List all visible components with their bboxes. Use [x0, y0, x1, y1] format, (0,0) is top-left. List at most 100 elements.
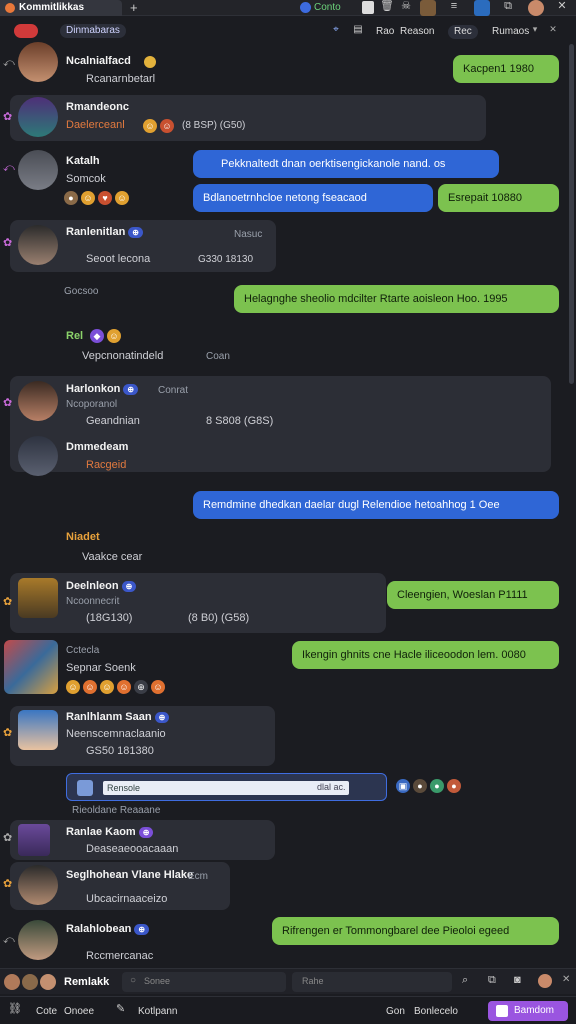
outgoing-message[interactable]: Bdlanoetrnhcloe netong fseacaod	[193, 184, 433, 212]
outgoing-message[interactable]: Pekknaltedt dnan oerktisengickanole nand…	[193, 150, 499, 178]
avatar[interactable]	[18, 436, 58, 476]
reaction-icon[interactable]: ●	[64, 191, 78, 205]
reaction-icon[interactable]: ☺	[83, 680, 97, 694]
close-icon[interactable]: ✕	[562, 975, 570, 985]
close-icon[interactable]: ✕	[548, 25, 558, 37]
sort-button[interactable]: Rao	[376, 26, 394, 37]
user-avatar-icon[interactable]	[528, 0, 544, 16]
reaction-icon[interactable]: ☺	[160, 119, 174, 133]
avatar[interactable]	[18, 97, 58, 137]
sender-name[interactable]: Rmandeonc	[66, 101, 129, 113]
attach-icon[interactable]: ⌕	[462, 975, 468, 986]
outgoing-message[interactable]: Helagnghe sheolio mdcilter Rtarte aoisle…	[234, 285, 559, 313]
chevron-down-icon[interactable]: ▾	[530, 25, 540, 37]
copy-icon[interactable]: ⧉	[502, 1, 514, 14]
reply-icon[interactable]: ⤺	[3, 57, 15, 70]
avatar[interactable]	[18, 865, 58, 905]
outgoing-message[interactable]: Rifrengen er Tommongbarel dee Pieoloi eg…	[272, 917, 559, 945]
reason-button[interactable]: Reason	[400, 26, 434, 37]
link-icon[interactable]: ⛓	[8, 1004, 22, 1015]
sender-name[interactable]: Ranlhlanm Saan ⊕	[66, 711, 170, 723]
status-item[interactable]: Cote	[36, 1006, 57, 1017]
avatar[interactable]	[18, 578, 58, 618]
reaction-icon[interactable]: ☺	[143, 119, 157, 133]
avatar[interactable]	[18, 42, 58, 82]
reaction-icon[interactable]: ☺	[100, 680, 114, 694]
sender-name[interactable]: Niadet	[66, 531, 100, 543]
character-icon[interactable]	[420, 0, 436, 16]
reactions[interactable]: ☺ ☺	[143, 119, 174, 133]
reaction-icon[interactable]: ●	[413, 779, 427, 793]
avatar[interactable]	[18, 150, 58, 190]
skull-icon[interactable]: ☠	[400, 1, 412, 14]
image-icon[interactable]	[474, 0, 490, 16]
avatar[interactable]	[18, 824, 50, 856]
reaction-icon[interactable]: ♥	[98, 191, 112, 205]
close-window-icon[interactable]: ✕	[556, 1, 568, 14]
reactions[interactable]: ● ☺ ♥ ☺	[64, 191, 129, 205]
outgoing-message[interactable]: Kacpen1 1980	[453, 55, 559, 83]
sender-name[interactable]: Rel	[66, 330, 83, 342]
reaction-icon[interactable]: ☺	[117, 680, 131, 694]
members-button[interactable]: Rumaos	[492, 26, 529, 37]
reply-icon[interactable]: ⤺	[3, 934, 15, 947]
active-tab[interactable]: Kommitlikkas	[0, 0, 122, 16]
channel-label[interactable]: Dinmabaras	[60, 24, 126, 38]
profile-icon[interactable]	[362, 1, 374, 14]
status-item[interactable]: Gon	[386, 1006, 405, 1017]
reaction-icon[interactable]: ☺	[107, 329, 121, 343]
avatar[interactable]	[18, 225, 58, 265]
menu-icon[interactable]: ≡	[448, 1, 460, 14]
sender-name[interactable]: Cctecla	[66, 645, 99, 656]
reaction-icon[interactable]: ☺	[81, 191, 95, 205]
sender-name[interactable]: Ralahlobean ⊕	[66, 923, 150, 935]
reaction-icon[interactable]: ●	[430, 779, 444, 793]
sparkle-icon[interactable]: ✿	[3, 877, 12, 890]
reply-icon[interactable]: ⤺	[3, 162, 15, 175]
sparkle-icon[interactable]: ✿	[3, 236, 12, 249]
avatar-icon[interactable]	[4, 974, 20, 990]
message-input[interactable]: ○ Sonee	[122, 972, 286, 992]
reaction-icon[interactable]: ⊕	[134, 680, 148, 694]
status-item[interactable]: Onoee	[64, 1006, 94, 1017]
sender-name[interactable]: Seglhohean Vlane Hlake	[66, 869, 193, 881]
avatar[interactable]	[18, 710, 58, 750]
sender-name[interactable]: Deelnleon ⊕	[66, 580, 137, 592]
primary-action-button[interactable]: Bamdom	[488, 1001, 568, 1021]
reactions[interactable]: ☺ ☺ ☺ ☺ ⊕ ☺	[66, 680, 165, 694]
reaction-icon[interactable]: ☺	[66, 680, 80, 694]
user-avatar-icon[interactable]	[538, 974, 552, 988]
doc-icon[interactable]: ▤	[352, 25, 364, 37]
avatar-icon[interactable]	[40, 974, 56, 990]
trash-icon[interactable]: 🗑	[380, 1, 394, 14]
sparkle-icon[interactable]: ✿	[3, 595, 12, 608]
new-tab-button[interactable]: +	[130, 0, 138, 15]
sender-name[interactable]: Dmmedeam	[66, 441, 128, 453]
status-item[interactable]: Bonlecelo	[414, 1006, 458, 1017]
camera-icon[interactable]: ◙	[514, 975, 521, 986]
outgoing-message[interactable]: Esrepait 10880	[438, 184, 559, 212]
pen-icon[interactable]: ✎	[116, 1004, 125, 1015]
avatar[interactable]	[4, 640, 58, 694]
reaction-icon[interactable]: ▣	[396, 779, 410, 793]
quoted-reply[interactable]: Rensole dlal ac.	[66, 773, 387, 801]
sparkle-icon[interactable]: ✿	[3, 110, 12, 123]
avatar[interactable]	[18, 381, 58, 421]
reaction-icon[interactable]: ☺	[151, 680, 165, 694]
sender-name[interactable]: Ranlenitlan ⊕	[66, 226, 143, 238]
outgoing-message[interactable]: Cleengien, Woeslan P1111	[387, 581, 559, 609]
sender-name[interactable]: Ncalnialfacd	[66, 55, 131, 67]
secondary-input[interactable]: Rahe	[292, 972, 452, 992]
reactions[interactable]: ◆ ☺	[90, 329, 121, 343]
reaction-icon[interactable]: ☺	[115, 191, 129, 205]
globe-icon[interactable]	[300, 2, 311, 13]
sender-name[interactable]: Katalh	[66, 155, 100, 167]
rec-button[interactable]: Rec	[448, 25, 478, 39]
avatar[interactable]	[18, 920, 58, 960]
reaction-icon[interactable]: ◆	[90, 329, 104, 343]
outgoing-message[interactable]: Remdmine dhedkan daelar dugl Relendioe h…	[193, 491, 559, 519]
scrollbar[interactable]	[569, 44, 574, 384]
avatar-icon[interactable]	[22, 974, 38, 990]
record-icon[interactable]	[14, 24, 38, 38]
sender-name[interactable]: Ranlae Kaom ⊕	[66, 826, 154, 838]
